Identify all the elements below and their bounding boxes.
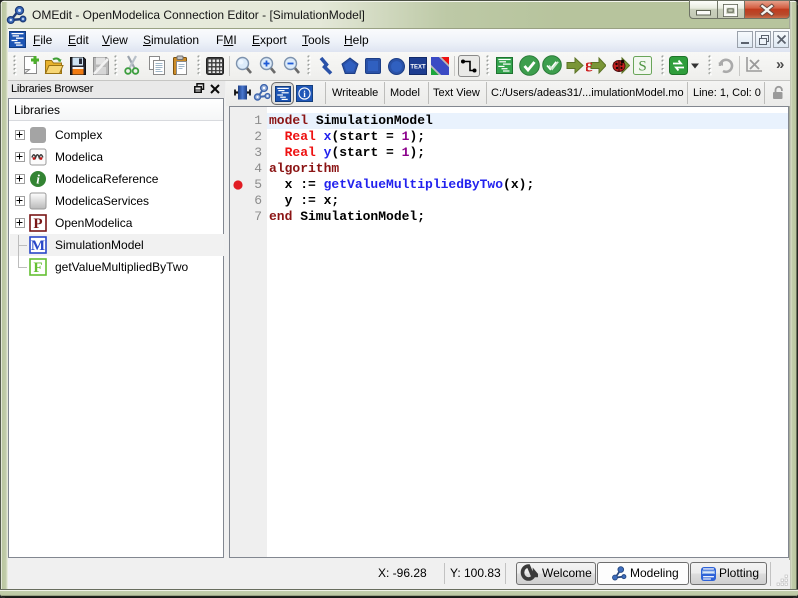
svg-text:F: F [33,260,42,276]
svg-text:P: P [33,216,42,232]
svg-text:i: i [36,172,40,187]
svg-text:S: S [638,59,646,75]
svg-text:M: M [31,238,45,254]
svg-text:ε: ε [586,56,593,75]
svg-text:TEXT: TEXT [410,65,426,71]
